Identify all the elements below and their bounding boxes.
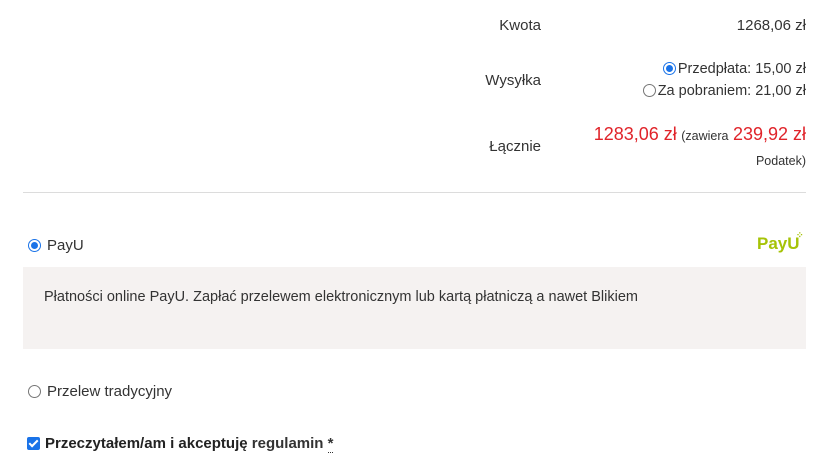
payu-logo: PayU ⁘ <box>757 231 804 254</box>
terms-link[interactable]: regulamin <box>252 435 324 452</box>
terms-checkbox[interactable] <box>27 437 40 450</box>
payment-option-payu[interactable]: PayU <box>28 237 84 254</box>
transfer-radio[interactable] <box>28 385 41 398</box>
tax-prefix: (zawiera <box>681 129 729 143</box>
total-line: 1283,06 zł (zawiera 239,92 zł <box>594 124 806 145</box>
payu-radio[interactable] <box>28 239 41 252</box>
required-mark: * <box>327 435 334 453</box>
payu-logo-text: PayU <box>757 234 800 253</box>
shipping-cod-radio[interactable] <box>642 84 656 97</box>
payu-logo-dots-icon: ⁘ <box>795 230 804 240</box>
tax-suffix: Podatek) <box>755 154 806 168</box>
payment-option-transfer[interactable]: Przelew tradycyjny <box>28 383 172 400</box>
transfer-label: Przelew tradycyjny <box>47 383 173 400</box>
terms-acceptance[interactable]: Przeczytałem/am i akceptuję regulamin * <box>27 435 334 453</box>
payu-label: PayU <box>47 237 84 254</box>
shipping-cod-label: Za pobraniem: 21,00 zł <box>657 83 806 99</box>
amount-label: Kwota <box>499 17 541 34</box>
tax-value: 239,92 zł <box>732 124 806 144</box>
total-label: Łącznie <box>489 138 541 155</box>
shipping-prepaid-radio[interactable] <box>662 62 676 75</box>
shipping-option-prepaid[interactable]: Przedpłata: 15,00 zł <box>662 60 806 78</box>
shipping-label: Wysyłka <box>485 72 541 89</box>
terms-text: Przeczytałem/am i akceptuję <box>45 435 248 452</box>
payu-description: Płatności online PayU. Zapłać przelewem … <box>44 289 638 305</box>
amount-value: 1268,06 zł <box>736 17 806 34</box>
total-value: 1283,06 zł <box>593 124 677 144</box>
shipping-option-cod[interactable]: Za pobraniem: 21,00 zł <box>642 82 806 100</box>
divider <box>23 192 806 193</box>
shipping-prepaid-label: Przedpłata: 15,00 zł <box>677 61 806 77</box>
payu-description-box: Płatności online PayU. Zapłać przelewem … <box>23 267 806 349</box>
